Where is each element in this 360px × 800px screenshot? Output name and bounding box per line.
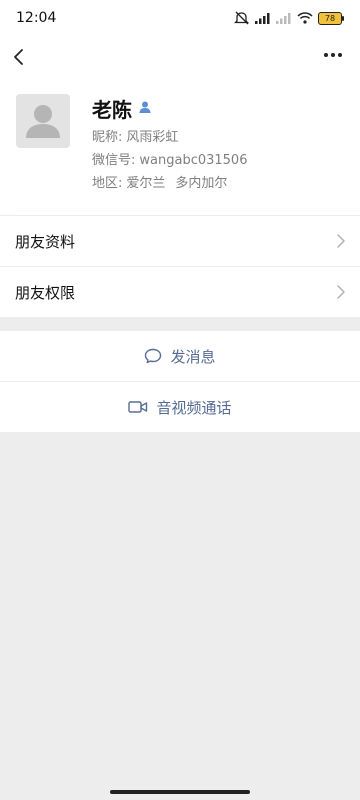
home-indicator[interactable] (110, 790, 250, 794)
send-message-label: 发消息 (170, 347, 216, 366)
chevron-right-icon (337, 285, 345, 299)
nickname-label: 昵称: (92, 130, 123, 145)
chat-bubble-icon (145, 348, 162, 364)
video-call-button[interactable]: 音视频通话 (0, 382, 360, 432)
back-button[interactable] (8, 44, 38, 74)
wifi-icon (297, 12, 313, 24)
region-city: 多内加尔 (175, 176, 228, 191)
more-horizontal-icon (324, 53, 342, 57)
mute-icon (234, 11, 250, 25)
send-message-button[interactable]: 发消息 (0, 331, 360, 381)
avatar[interactable] (16, 94, 70, 148)
nickname-line: 昵称: 风雨彩虹 (92, 126, 178, 145)
profile-card: 老陈 昵称: 风雨彩虹 微信号: wangabc031506 地区: 爱尔兰 多内加尔 (0, 82, 360, 215)
signal-icon (255, 13, 270, 24)
menu-item-label: 朋友权限 (15, 284, 76, 302)
menu-item-label: 朋友资料 (15, 233, 76, 251)
menu-item-friend-info[interactable]: 朋友资料 (0, 216, 360, 266)
nav-bar (0, 36, 360, 82)
contact-name: 老陈 (92, 98, 132, 122)
status-time: 12:04 (16, 10, 57, 26)
wechat-id-value[interactable]: wangabc031506 (139, 153, 247, 168)
video-call-label: 音视频通话 (156, 398, 232, 417)
battery-icon: 78 (318, 11, 344, 25)
region-label: 地区: (92, 176, 123, 191)
region-line: 地区: 爱尔兰 多内加尔 (92, 172, 227, 191)
name-row: 老陈 (92, 94, 152, 123)
status-bar: 12:04 78 (0, 0, 360, 36)
wechat-id-label: 微信号: (92, 153, 136, 168)
wechat-id-line: 微信号: wangabc031506 (92, 149, 247, 168)
more-button[interactable] (318, 44, 348, 74)
signal-icon (276, 13, 291, 24)
region-country: 爱尔兰 (126, 176, 166, 191)
video-camera-icon (128, 401, 148, 413)
chevron-left-icon (14, 49, 23, 65)
status-icons: 78 (234, 11, 344, 25)
default-avatar-icon (26, 105, 60, 138)
gender-person-icon (138, 99, 152, 118)
nickname-value: 风雨彩虹 (126, 130, 179, 145)
chevron-right-icon (337, 234, 345, 248)
menu-item-friend-permissions[interactable]: 朋友权限 (0, 267, 360, 317)
